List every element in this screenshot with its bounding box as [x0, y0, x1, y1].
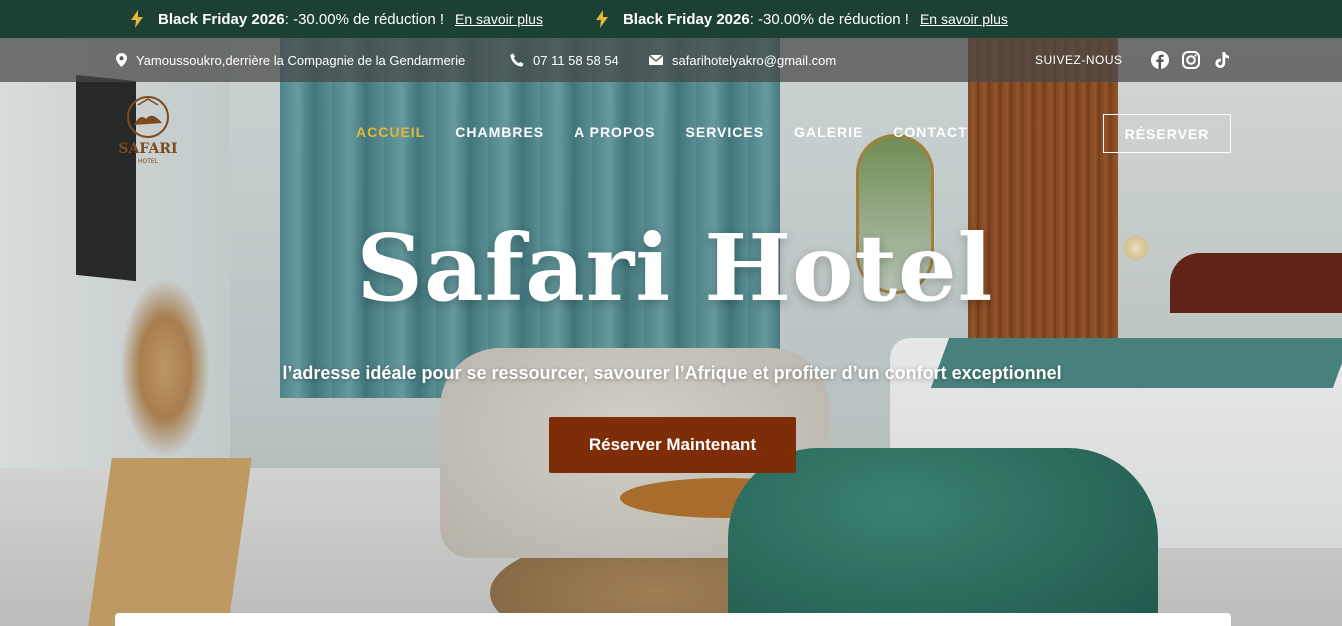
promo-learn-more-link[interactable]: En savoir plus [455, 11, 543, 27]
promo-item: Black Friday 2026 : -30.00% de réduction… [130, 10, 543, 28]
contact-phone-text: 07 11 58 58 54 [533, 52, 619, 68]
lightning-icon [595, 10, 608, 28]
promo-text: : -30.00% de réduction ! [284, 10, 445, 28]
nav-item-galerie[interactable]: GALERIE [794, 124, 863, 140]
promo-item: Black Friday 2026 : -30.00% de réduction… [595, 10, 1008, 28]
promo-track: Black Friday 2026 : -30.00% de réduction… [130, 0, 1060, 38]
hero-subtitle: l’adresse idéale pour se ressourcer, sav… [282, 363, 1062, 383]
facebook-icon[interactable] [1151, 51, 1169, 69]
nav-item-chambres[interactable]: CHAMBRES [455, 124, 544, 140]
location-pin-icon [116, 53, 127, 67]
hero-title: Safari Hotel [356, 214, 994, 322]
safari-hotel-logo[interactable]: SAFARI HOTEL [112, 93, 184, 171]
contact-address-text: Yamoussoukro,derrière la Compagnie de la… [136, 52, 466, 68]
follow-us-label: SUIVEZ-NOUS [1035, 53, 1123, 67]
nav-item-a-propos[interactable]: A PROPOS [574, 124, 655, 140]
contact-bar: Yamoussoukro,derrière la Compagnie de la… [0, 38, 1342, 82]
main-nav: ACCUEIL CHAMBRES A PROPOS SERVICES GALERIE CO… [356, 124, 998, 140]
nav-item-accueil[interactable]: ACCUEIL [356, 124, 425, 140]
promo-title: Black Friday 2026 [622, 10, 750, 28]
contact-address: Yamoussoukro,derrière la Compagnie de la… [116, 38, 465, 82]
nav-item-services[interactable]: SERVICES [686, 124, 765, 140]
reserve-button[interactable]: RÉSERVER [1103, 114, 1231, 153]
logo-name: SAFARI [118, 141, 177, 157]
logo-subtitle: HOTEL [138, 158, 159, 165]
promo-title: Black Friday 2026 [158, 10, 285, 28]
promo-text: : -30.00% de réduction ! [749, 10, 909, 28]
contact-email[interactable]: safarihotelyakro@gmail.com [649, 38, 836, 82]
contact-phone[interactable]: 07 11 58 58 54 [510, 38, 619, 82]
promo-learn-more-link[interactable]: En savoir plus [920, 11, 1008, 27]
nav-item-contact[interactable]: CONTACT [893, 124, 967, 140]
lightning-icon [131, 10, 143, 28]
booking-card-edge [115, 613, 1231, 626]
book-now-button[interactable]: Réserver Maintenant [549, 417, 796, 473]
instagram-icon[interactable] [1182, 51, 1200, 69]
phone-icon [510, 53, 524, 67]
contact-email-text: safarihotelyakro@gmail.com [672, 52, 837, 68]
promo-bar: Black Friday 2026 : -30.00% de réduction… [0, 0, 1342, 38]
envelope-icon [649, 55, 663, 65]
tiktok-icon[interactable] [1213, 51, 1231, 69]
